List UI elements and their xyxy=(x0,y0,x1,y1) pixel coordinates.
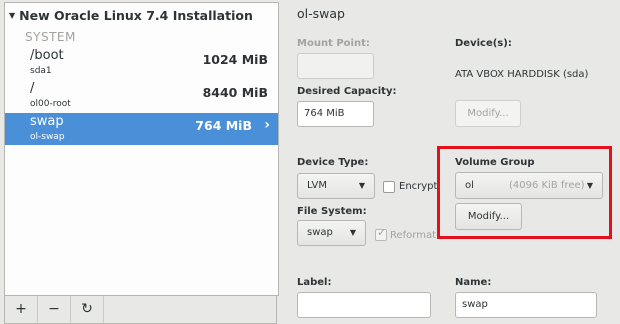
name-field[interactable]: swap xyxy=(455,292,597,318)
add-mount-button[interactable]: + xyxy=(5,296,38,323)
mount-points-panel: ▼ New Oracle Linux 7.4 Installation SYSTE… xyxy=(0,0,282,324)
devices-label: Device(s): xyxy=(455,38,512,49)
mount-point-tree: ▼ New Oracle Linux 7.4 Installation SYSTE… xyxy=(4,2,279,296)
file-system-value: swap xyxy=(307,227,333,238)
chevron-right-icon: › xyxy=(264,117,270,133)
label-field-label: Label: xyxy=(297,277,332,288)
reformat-checkbox[interactable]: ✓ xyxy=(375,226,387,241)
devices-value: ATA VBOX HARDDISK (sda) xyxy=(455,69,589,80)
mount-point-name: / xyxy=(30,81,35,96)
selected-device-title: ol-swap xyxy=(297,6,345,21)
mount-size: 764 MiB xyxy=(195,118,252,133)
mount-device-name: sda1 xyxy=(30,66,52,76)
mount-toolbar: + − ↻ xyxy=(4,296,277,324)
mount-device-name: ol-swap xyxy=(30,132,65,142)
desired-capacity-label: Desired Capacity: xyxy=(297,86,397,97)
mount-point-label: Mount Point: xyxy=(297,38,370,49)
desired-capacity-field[interactable]: 764 MiB xyxy=(297,101,374,127)
file-system-dropdown[interactable]: swap ▼ xyxy=(297,220,366,246)
system-section-label: SYSTEM xyxy=(25,30,76,44)
device-type-label: Device Type: xyxy=(297,157,369,168)
device-type-dropdown[interactable]: LVM ▼ xyxy=(297,173,375,199)
mount-row-root[interactable]: / ol00-root 8440 MiB xyxy=(5,80,278,112)
mount-point-name: swap xyxy=(30,114,64,129)
volume-group-highlight xyxy=(437,146,612,239)
installation-title: New Oracle Linux 7.4 Installation xyxy=(19,8,253,23)
mount-device-name: ol00-root xyxy=(30,99,71,109)
mount-size: 1024 MiB xyxy=(202,52,268,67)
file-system-label: File System: xyxy=(297,206,367,217)
mount-row-boot[interactable]: /boot sda1 1024 MiB xyxy=(5,47,278,79)
devices-modify-button[interactable]: Modify... xyxy=(455,100,521,127)
chevron-down-icon: ▼ xyxy=(349,228,356,237)
expander-triangle-icon[interactable]: ▼ xyxy=(9,11,15,20)
reformat-label: Reformat xyxy=(390,230,437,241)
device-type-value: LVM xyxy=(307,180,327,191)
refresh-icon[interactable]: ↻ xyxy=(71,296,104,323)
encrypt-checkbox[interactable] xyxy=(383,181,395,193)
label-field[interactable] xyxy=(297,292,431,318)
name-field-label: Name: xyxy=(455,277,492,288)
installation-header[interactable]: ▼ New Oracle Linux 7.4 Installation xyxy=(9,8,253,23)
remove-mount-button[interactable]: − xyxy=(38,296,71,323)
mount-point-name: /boot xyxy=(30,48,64,63)
mount-size: 8440 MiB xyxy=(202,85,268,100)
mount-row-swap[interactable]: swap ol-swap 764 MiB › xyxy=(5,113,278,145)
mount-point-field[interactable] xyxy=(297,53,374,79)
chevron-down-icon: ▼ xyxy=(358,181,365,190)
checkmark-icon: ✓ xyxy=(377,226,387,239)
encrypt-label: Encrypt xyxy=(399,181,438,192)
